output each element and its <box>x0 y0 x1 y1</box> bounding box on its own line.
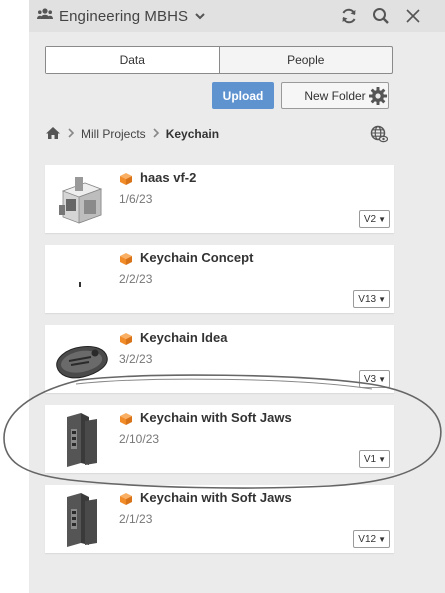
team-selector[interactable]: Engineering MBHS <box>37 6 206 26</box>
breadcrumb: Mill Projects Keychain <box>45 124 219 144</box>
refresh-icon[interactable] <box>339 6 359 26</box>
team-name: Engineering MBHS <box>59 7 189 25</box>
list-item[interactable]: Keychain with Soft Jaws 2/1/23 V12 ▼ <box>45 485 394 553</box>
breadcrumb-item-mill-projects[interactable]: Mill Projects <box>81 127 146 141</box>
upload-button[interactable]: Upload <box>212 82 274 109</box>
item-date: 2/10/23 <box>119 432 160 446</box>
data-panel: Engineering MBHS Data People Upload New … <box>29 0 445 593</box>
version-label: V1 <box>363 453 377 465</box>
small-part-thumbnail <box>51 251 111 307</box>
home-icon[interactable] <box>45 126 61 143</box>
version-label: V12 <box>358 533 377 545</box>
version-label: V3 <box>363 373 377 385</box>
version-dropdown[interactable]: V13 ▼ <box>353 290 390 308</box>
version-dropdown[interactable]: V3 ▼ <box>358 370 390 388</box>
version-dropdown[interactable]: V2 ▼ <box>358 210 390 228</box>
tab-data[interactable]: Data <box>46 47 220 73</box>
machine-thumbnail <box>51 171 111 227</box>
chevron-right-icon <box>67 127 75 142</box>
design-cube-icon <box>119 332 133 346</box>
close-icon[interactable] <box>403 6 423 26</box>
version-label: V13 <box>358 293 377 305</box>
item-name[interactable]: Keychain with Soft Jaws <box>140 410 292 425</box>
view-tabs: Data People <box>45 46 393 74</box>
item-date: 2/2/23 <box>119 272 153 286</box>
caret-down-icon: ▼ <box>378 214 386 224</box>
breadcrumb-current: Keychain <box>165 127 220 141</box>
design-cube-icon <box>119 492 133 506</box>
design-cube-icon <box>119 252 133 266</box>
globe-view-icon[interactable] <box>370 125 389 143</box>
list-item[interactable]: haas vf-2 1/6/23 V2 ▼ <box>45 165 394 233</box>
tab-people[interactable]: People <box>220 47 393 73</box>
item-name[interactable]: Keychain with Soft Jaws <box>140 490 292 505</box>
design-cube-icon <box>119 172 133 186</box>
version-dropdown[interactable]: V12 ▼ <box>353 530 390 548</box>
item-name[interactable]: Keychain Idea <box>140 330 227 345</box>
item-name[interactable]: haas vf-2 <box>140 170 196 185</box>
search-icon[interactable] <box>371 6 391 26</box>
caret-down-icon: ▼ <box>378 374 386 384</box>
chevron-right-icon <box>152 127 160 142</box>
chevron-down-icon <box>194 8 206 25</box>
team-icon <box>37 7 53 25</box>
caret-down-icon: ▼ <box>378 534 386 544</box>
soft-jaws-thumbnail <box>51 491 111 547</box>
soft-jaws-thumbnail <box>51 411 111 467</box>
gear-icon[interactable] <box>368 86 388 106</box>
item-date: 2/1/23 <box>119 512 153 526</box>
list-item[interactable]: Keychain Concept 2/2/23 V13 ▼ <box>45 245 394 313</box>
title-bar: Engineering MBHS <box>29 0 445 32</box>
version-label: V2 <box>363 213 377 225</box>
list-item[interactable]: Keychain Idea 3/2/23 V3 ▼ <box>45 325 394 393</box>
version-dropdown[interactable]: V1 ▼ <box>358 450 390 468</box>
caret-down-icon: ▼ <box>378 294 386 304</box>
item-date: 3/2/23 <box>119 352 153 366</box>
keychain-thumbnail <box>51 331 111 387</box>
design-cube-icon <box>119 412 133 426</box>
caret-down-icon: ▼ <box>378 454 386 464</box>
item-name[interactable]: Keychain Concept <box>140 250 253 265</box>
item-date: 1/6/23 <box>119 192 153 206</box>
list-item[interactable]: Keychain with Soft Jaws 2/10/23 V1 ▼ <box>45 405 394 473</box>
